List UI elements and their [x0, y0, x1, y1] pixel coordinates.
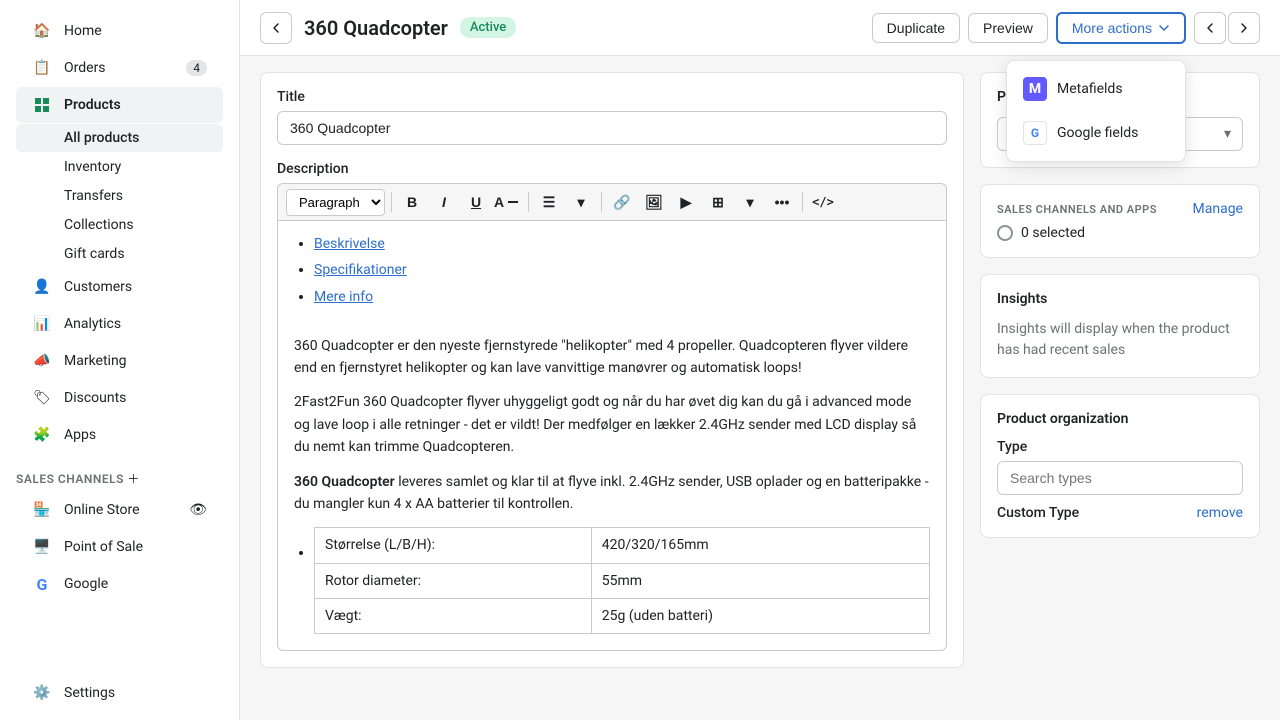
sidebar-item-settings[interactable]: ⚙️ Settings: [16, 675, 223, 711]
channel-radio[interactable]: [997, 225, 1013, 241]
nav-arrows: [1194, 12, 1260, 44]
insights-card: Insights Insights will display when the …: [980, 274, 1260, 378]
status-badge: Active: [460, 17, 516, 38]
sidebar-sub-transfers[interactable]: Transfers: [16, 182, 223, 210]
online-store-icon: 🏪: [32, 500, 52, 520]
sidebar-item-google[interactable]: G Google: [16, 566, 223, 602]
orders-icon: 📋: [32, 58, 52, 78]
sidebar-item-discounts[interactable]: 🏷 Discounts: [16, 380, 223, 416]
rte-content[interactable]: Beskrivelse Specifikationer Mere info 36…: [277, 220, 947, 651]
preview-button[interactable]: Preview: [968, 13, 1048, 43]
link-beskrivelse[interactable]: Beskrivelse: [314, 236, 385, 252]
title-label: Title: [277, 89, 947, 105]
more-actions-wrapper: More actions M Metafields G Google field…: [1056, 12, 1186, 44]
dropdown-item-google-fields[interactable]: G Google fields: [1007, 111, 1185, 155]
code-button[interactable]: </>: [809, 188, 837, 216]
channel-selected-row: 0 selected: [997, 225, 1243, 241]
products-icon: [32, 95, 52, 115]
dropdown-item-metafields[interactable]: M Metafields: [1007, 67, 1185, 111]
sales-channels-section: SALES CHANNELS ＋: [0, 462, 239, 491]
toolbar-divider-1: [391, 192, 392, 212]
italic-button[interactable]: I: [430, 188, 458, 216]
sales-channels-card: SALES CHANNELS AND APPS Manage 0 selecte…: [980, 184, 1260, 258]
sidebar-item-home[interactable]: 🏠 Home: [16, 13, 223, 49]
table-dropdown-button[interactable]: ▾: [736, 188, 764, 216]
page-header: 360 Quadcopter Active Duplicate Preview …: [240, 0, 1280, 56]
sidebar-sub-inventory[interactable]: Inventory: [16, 153, 223, 181]
page-title: 360 Quadcopter: [304, 16, 448, 40]
rte-toolbar: Paragraph B I U A ☰ ▾ 🔗 🖼 ▶ ⊞ ▾ ••: [277, 183, 947, 220]
toolbar-divider-2: [528, 192, 529, 212]
product-title-card: Title Description Paragraph B I U A ☰ ▾: [260, 72, 964, 668]
sidebar-sub-all-products[interactable]: All products: [16, 124, 223, 152]
right-column: Product status Active Draft SALES CHANNE…: [980, 72, 1260, 704]
table-button[interactable]: ⊞: [704, 188, 732, 216]
pos-icon: 🖥️: [32, 537, 52, 557]
prev-button[interactable]: [1194, 12, 1226, 44]
duplicate-button[interactable]: Duplicate: [872, 13, 960, 43]
marketing-icon: 📣: [32, 351, 52, 371]
add-channel-button[interactable]: ＋: [127, 472, 140, 486]
more-actions-dropdown: M Metafields G Google fields: [1006, 60, 1186, 162]
align-dropdown-button[interactable]: ▾: [567, 188, 595, 216]
custom-type-label: Custom Type: [997, 505, 1079, 521]
sidebar-item-apps[interactable]: 🧩 Apps: [16, 417, 223, 453]
settings-icon: ⚙️: [32, 683, 52, 703]
sidebar-sub-collections[interactable]: Collections: [16, 211, 223, 239]
customers-icon: 👤: [32, 277, 52, 297]
sidebar-item-products[interactable]: Products: [16, 87, 223, 123]
sidebar-item-online-store[interactable]: 🏪 Online Store 👁: [16, 492, 223, 528]
sidebar-item-analytics[interactable]: 📊 Analytics: [16, 306, 223, 342]
channel-selected-label: 0 selected: [1021, 225, 1085, 241]
text-color-button[interactable]: A: [494, 188, 522, 216]
more-button[interactable]: •••: [768, 188, 796, 216]
discounts-icon: 🏷: [32, 388, 52, 408]
home-icon: 🏠: [32, 21, 52, 41]
more-actions-button[interactable]: More actions: [1056, 12, 1186, 44]
sidebar-item-marketing[interactable]: 📣 Marketing: [16, 343, 223, 379]
link-specifikationer[interactable]: Specifikationer: [314, 262, 407, 278]
description-label: Description: [277, 161, 947, 177]
channels-section-label: SALES CHANNELS AND APPS: [997, 203, 1157, 216]
orders-badge: 4: [186, 60, 207, 76]
sidebar: 🏠 Home 📋 Orders 4 Products All products …: [0, 0, 240, 720]
insights-title: Insights: [997, 291, 1243, 307]
toolbar-divider-3: [601, 192, 602, 212]
sidebar-item-customers[interactable]: 👤 Customers: [16, 269, 223, 305]
title-input[interactable]: [277, 111, 947, 145]
metafields-icon: M: [1023, 77, 1047, 101]
back-button[interactable]: [260, 12, 292, 44]
apps-icon: 🧩: [32, 425, 52, 445]
online-store-eye-icon[interactable]: 👁: [189, 502, 207, 518]
channels-header: SALES CHANNELS AND APPS Manage: [997, 201, 1243, 217]
link-mere-info[interactable]: Mere info: [314, 289, 373, 305]
insights-text: Insights will display when the product h…: [997, 319, 1243, 361]
paragraph-select[interactable]: Paragraph: [286, 189, 385, 216]
google-fields-icon: G: [1023, 121, 1047, 145]
type-label: Type: [997, 439, 1243, 455]
google-channel-icon: G: [32, 574, 52, 594]
sidebar-sub-gift-cards[interactable]: Gift cards: [16, 240, 223, 268]
custom-type-row: Custom Type remove: [997, 505, 1243, 521]
align-button[interactable]: ☰: [535, 188, 563, 216]
toolbar-divider-4: [802, 192, 803, 212]
link-button[interactable]: 🔗: [608, 188, 636, 216]
video-button[interactable]: ▶: [672, 188, 700, 216]
sidebar-item-point-of-sale[interactable]: 🖥️ Point of Sale: [16, 529, 223, 565]
next-button[interactable]: [1228, 12, 1260, 44]
main-content: 360 Quadcopter Active Duplicate Preview …: [240, 0, 1280, 720]
analytics-icon: 📊: [32, 314, 52, 334]
sidebar-item-orders[interactable]: 📋 Orders 4: [16, 50, 223, 86]
organization-title: Product organization: [997, 411, 1243, 427]
left-column: Title Description Paragraph B I U A ☰ ▾: [260, 72, 964, 704]
product-organization-card: Product organization Type Custom Type re…: [980, 394, 1260, 538]
bold-button[interactable]: B: [398, 188, 426, 216]
type-search-input[interactable]: [997, 461, 1243, 495]
header-actions: Duplicate Preview More actions M Metafie…: [872, 12, 1260, 44]
remove-link[interactable]: remove: [1197, 505, 1243, 521]
image-button[interactable]: 🖼: [640, 188, 668, 216]
manage-link[interactable]: Manage: [1193, 201, 1243, 217]
underline-button[interactable]: U: [462, 188, 490, 216]
